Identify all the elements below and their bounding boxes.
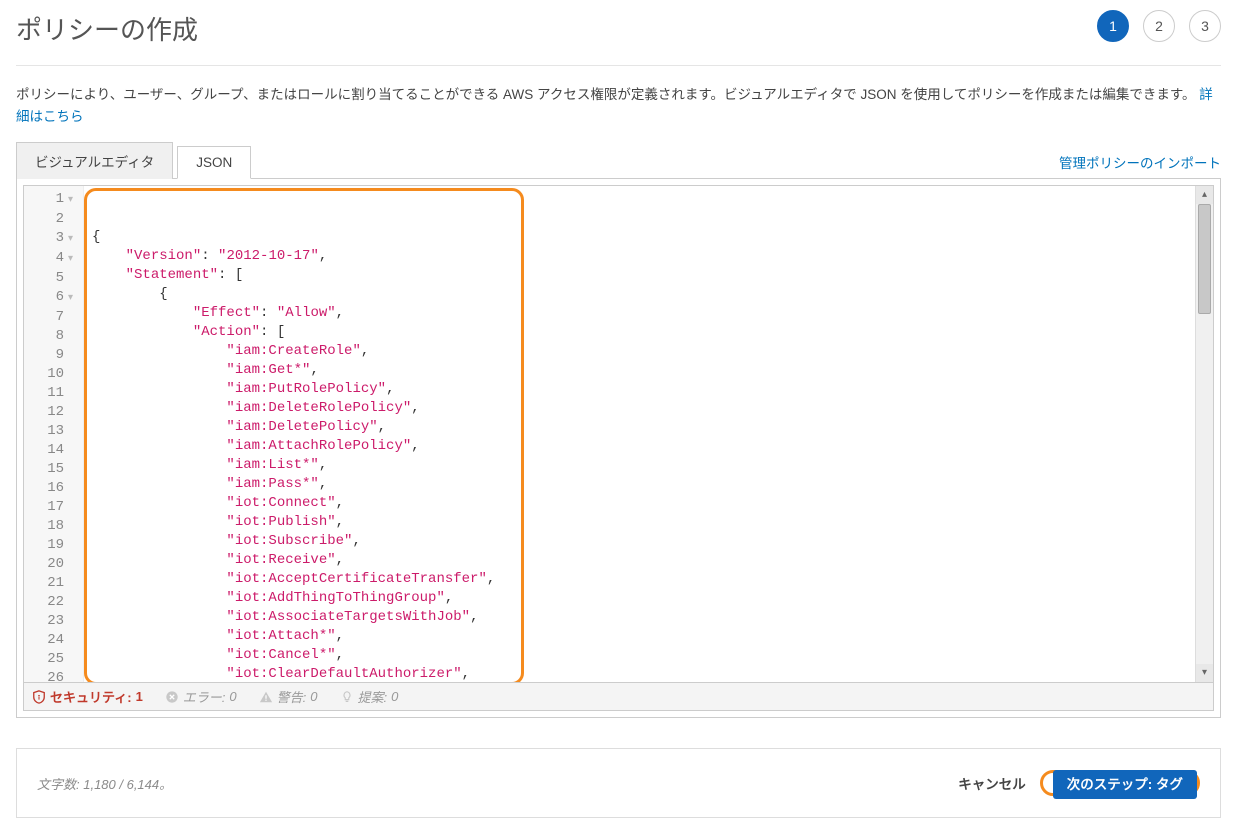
next-step-button[interactable]: 次のステップ: タグ <box>1053 770 1197 799</box>
status-warning[interactable]: 警告: 0 <box>259 687 318 706</box>
lightbulb-icon <box>340 690 354 704</box>
editor-status-bar: セキュリティ: 1 エラー: 0 警告: 0 提案: 0 <box>23 683 1214 711</box>
annotation-highlight-oval: 次のステップ: タグ <box>1040 770 1200 796</box>
description-body: ポリシーにより、ユーザー、グループ、またはロールに割り当てることができる AWS… <box>16 87 1199 102</box>
step-2[interactable]: 2 <box>1143 10 1175 42</box>
editor-container: 1▾23▾4▾56▾789101112131415161718192021222… <box>16 178 1221 718</box>
tab-json[interactable]: JSON <box>177 146 251 179</box>
error-icon <box>165 690 179 704</box>
description-text: ポリシーにより、ユーザー、グループ、またはロールに割り当てることができる AWS… <box>16 84 1221 127</box>
step-3[interactable]: 3 <box>1189 10 1221 42</box>
import-managed-policy-link[interactable]: 管理ポリシーのインポート <box>1059 152 1221 178</box>
shield-icon <box>32 690 46 704</box>
json-editor[interactable]: 1▾23▾4▾56▾789101112131415161718192021222… <box>23 185 1214 683</box>
scrollbar-down-arrow[interactable]: ▾ <box>1196 664 1213 682</box>
step-indicator: 123 <box>1097 10 1221 42</box>
status-security[interactable]: セキュリティ: 1 <box>32 687 143 706</box>
tab-visual-editor[interactable]: ビジュアルエディタ <box>16 142 173 179</box>
step-1[interactable]: 1 <box>1097 10 1129 42</box>
warning-icon <box>259 690 273 704</box>
line-number-gutter: 1▾23▾4▾56▾789101112131415161718192021222… <box>24 186 84 682</box>
vertical-scrollbar[interactable]: ▴ ▾ <box>1195 186 1213 682</box>
status-suggestion[interactable]: 提案: 0 <box>340 687 399 706</box>
character-count: 文字数: 1,180 / 6,144。 <box>37 774 172 793</box>
footer-bar: 文字数: 1,180 / 6,144。 キャンセル 次のステップ: タグ <box>16 748 1221 818</box>
page-title: ポリシーの作成 <box>16 10 198 47</box>
cancel-button[interactable]: キャンセル <box>944 765 1040 801</box>
scrollbar-up-arrow[interactable]: ▴ <box>1196 186 1213 204</box>
code-area[interactable]: { "Version": "2012-10-17", "Statement": … <box>84 186 1213 682</box>
scrollbar-thumb[interactable] <box>1198 204 1211 314</box>
status-error[interactable]: エラー: 0 <box>165 687 237 706</box>
